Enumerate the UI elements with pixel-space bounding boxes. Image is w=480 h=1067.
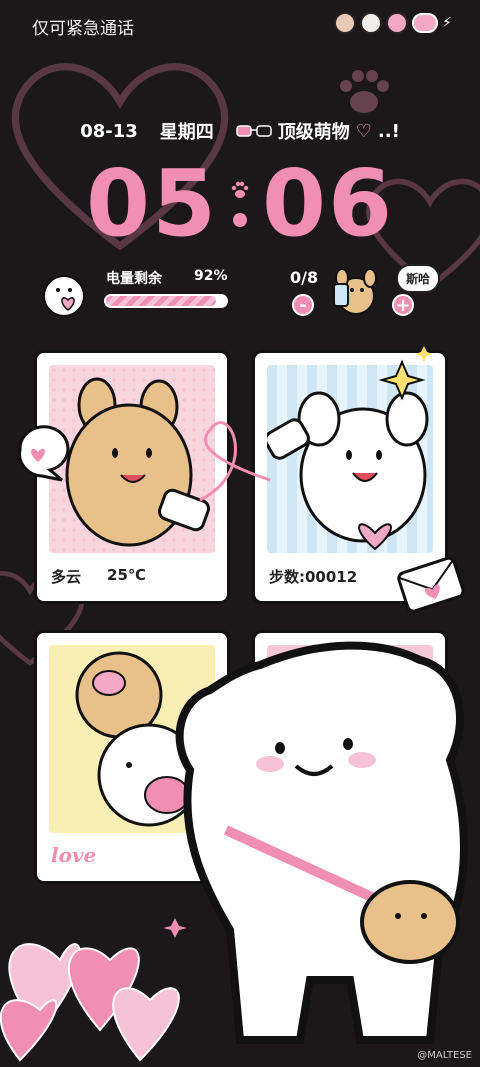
increment-button[interactable]: + (392, 294, 414, 316)
weather-caption: 多云 25℃ (51, 566, 146, 587)
clock-dot (233, 213, 247, 227)
mood-text: 顶级萌物 (277, 122, 350, 143)
paw-decoration-icon (340, 70, 389, 113)
clock-separator (230, 181, 250, 227)
clock: 05 06 (0, 158, 480, 250)
weather-condition: 多云 (51, 568, 82, 586)
weather-card-photo (49, 365, 215, 553)
dog-holding-heart-icon (43, 275, 85, 317)
status-icons: ⚡ (334, 12, 452, 34)
cow-face-icon (360, 12, 383, 34)
photo-card-photo (267, 645, 433, 833)
clock-hours: 05 (85, 150, 218, 257)
battery-label: 电量剩余 (106, 271, 162, 287)
dogs-playing-illustration (75, 651, 201, 827)
bunny-face-icon (386, 12, 409, 34)
love-card-photo (49, 645, 215, 833)
weather-card[interactable]: 多云 25℃ (34, 350, 230, 604)
battery-widget[interactable]: 电量剩余 92% (40, 262, 240, 322)
clock-minutes: 06 (262, 150, 395, 257)
steps-card-photo (267, 365, 433, 553)
weather-temperature: 25℃ (107, 566, 147, 584)
battery-progress-fill (106, 296, 217, 306)
watermark: @MALTESE (417, 1050, 472, 1061)
paw-icon (231, 181, 249, 198)
dog-face-icon (334, 12, 357, 34)
date-text: 08-13 (80, 120, 138, 142)
mood-line: 顶级萌物 ♡ ..! (236, 118, 400, 144)
love-card[interactable]: love (34, 630, 230, 884)
counter-widget: 0/8 - + 斯哈 (286, 262, 446, 322)
battery-progress-bar (104, 294, 228, 308)
status-bar: 仅可紧急通话 ⚡ (0, 0, 480, 50)
charging-bolt-icon: ⚡ (442, 15, 452, 31)
pink-hearts-decoration (0, 918, 187, 1062)
photo-card[interactable] (252, 630, 448, 884)
dog-drinking-icon (333, 268, 377, 315)
steps-card[interactable]: 步数:00012 (252, 350, 448, 604)
dog-drinking-bottle-illustration (65, 377, 210, 547)
weekday-text: 星期四 (159, 122, 214, 143)
carrier-status-text: 仅可紧急通话 (32, 19, 134, 39)
heart-icon: ♡ (355, 120, 372, 142)
steps-caption: 步数:00012 (269, 566, 357, 587)
steps-count: 步数:00012 (269, 568, 358, 586)
heart-battery-icon (412, 13, 439, 33)
battery-percent: 92% (194, 268, 228, 284)
counter-value: 0/8 (290, 268, 319, 287)
mood-suffix: ..! (377, 120, 400, 142)
decrement-button[interactable]: - (292, 294, 314, 316)
love-text: love (51, 843, 97, 867)
white-dog-drinking-illustration (267, 391, 429, 551)
speech-bubble: 斯哈 (396, 264, 441, 293)
sunglasses-icon (236, 125, 272, 137)
date-line: 08-13 星期四 顶级萌物 ♡ ..! (0, 118, 480, 144)
